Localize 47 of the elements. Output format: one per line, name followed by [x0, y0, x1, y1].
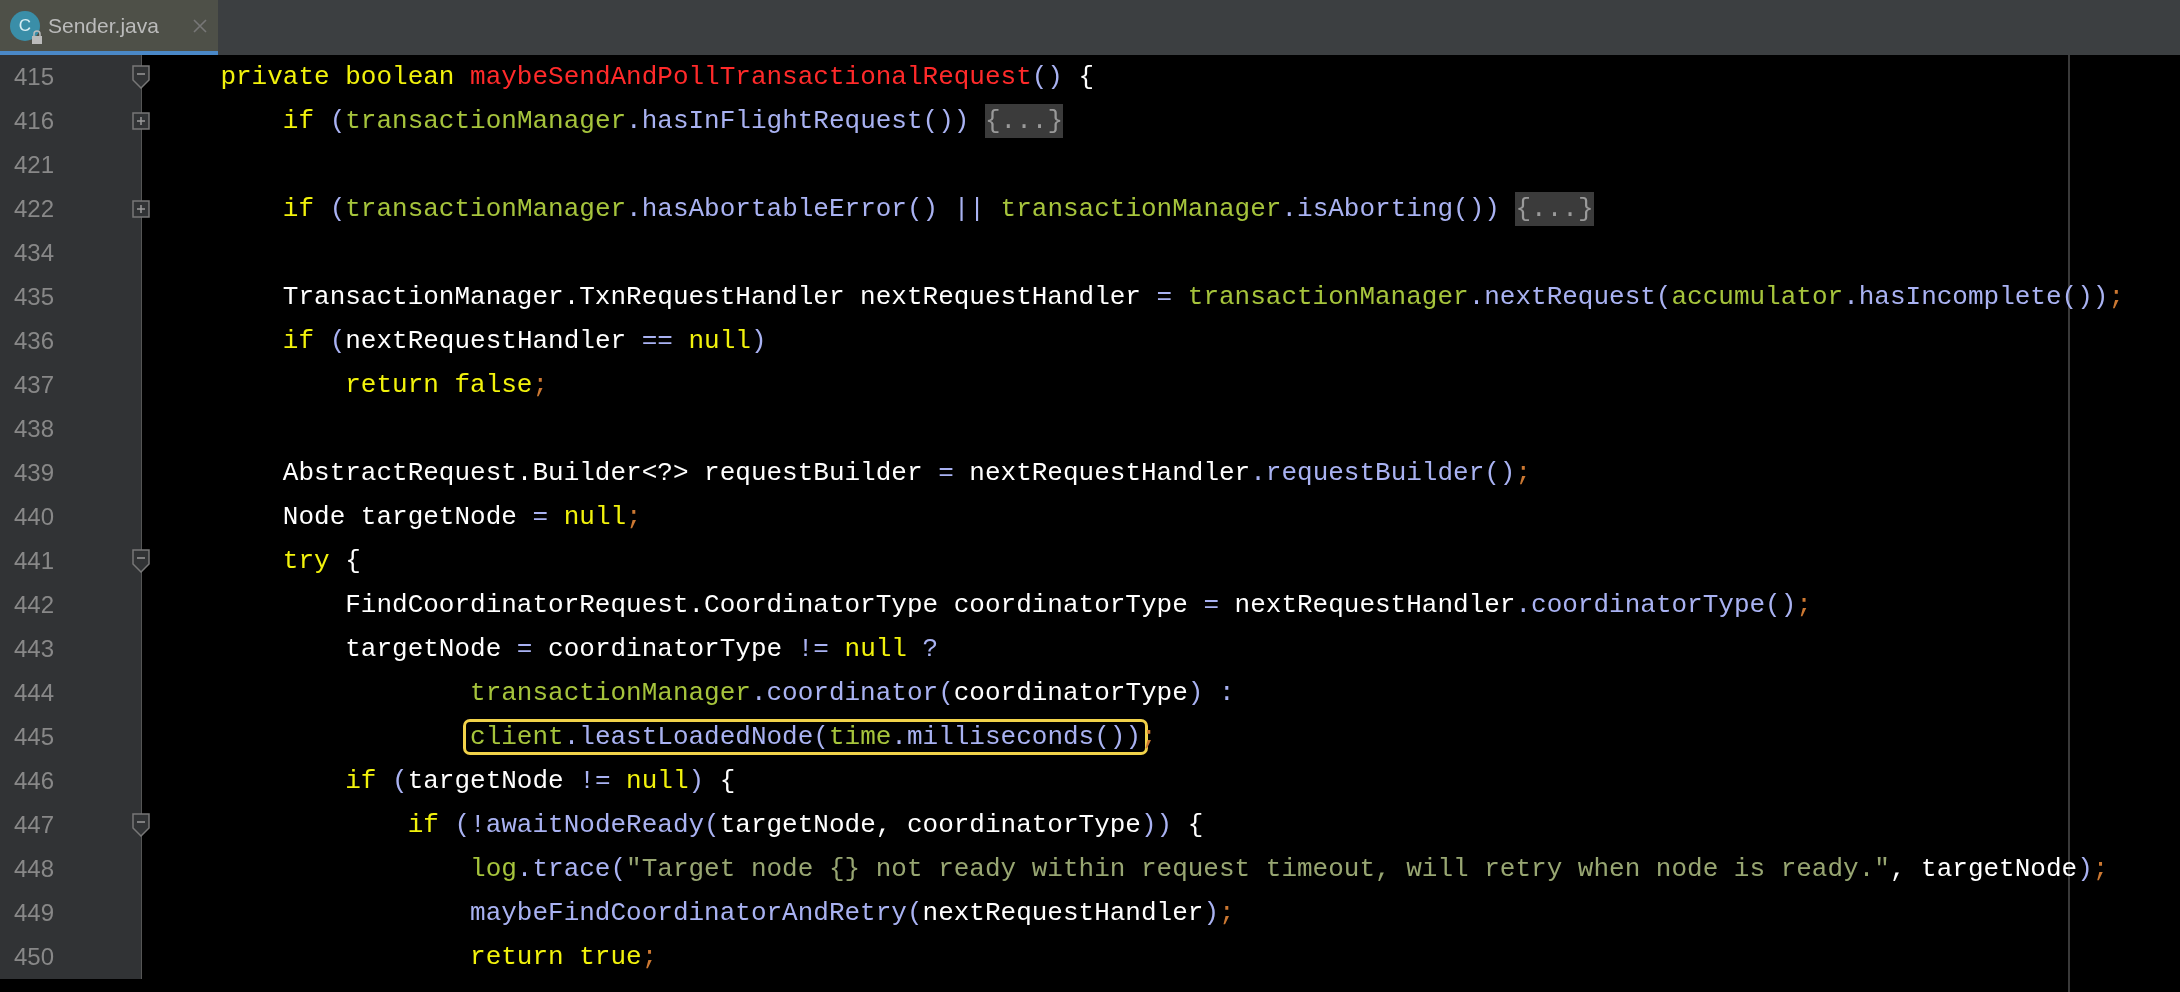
code-text: if (!awaitNodeReady(targetNode, coordinatorType)) { [406, 810, 1204, 840]
line-number: 416 [13, 107, 56, 135]
line-number: 441 [13, 547, 56, 575]
line-number: 443 [13, 635, 56, 663]
code-text: AbstractRequest.Builder<?> requestBuilder = nextRequestHandler.requestBuilder(); [281, 458, 1532, 488]
code-text: try { [281, 546, 361, 576]
line-number: 436 [13, 327, 56, 355]
line-number: 437 [13, 371, 56, 399]
expand-icon[interactable] [132, 200, 150, 218]
line-number: 434 [13, 239, 56, 267]
code-text: Node targetNode = null; [281, 502, 642, 532]
line-number: 421 [13, 151, 56, 179]
line-number: 440 [13, 503, 56, 531]
code-text: TransactionManager.TxnRequestHandler nextRequestHandler = transactionManager.nextRequest(accumulator.hasIncomplete()); [281, 282, 2124, 312]
class-file-icon: C [10, 10, 40, 41]
line-number: 422 [13, 195, 56, 223]
folded-code[interactable]: {...} [984, 104, 1063, 138]
code-text: FindCoordinatorRequest.CoordinatorType coordinatorType = nextRequestHandler.coordinatorType(); [344, 590, 1812, 620]
line-number: 435 [13, 283, 56, 311]
line-number: 415 [13, 63, 56, 91]
code-text: transactionManager.coordinator(coordinatorType) : [469, 678, 1235, 708]
code-text: if (transactionManager.hasInFlightRequest()) [281, 106, 971, 136]
fold-marker-icon[interactable] [132, 65, 150, 89]
line-number: 447 [13, 811, 56, 839]
code-text: targetNode = coordinatorType != null ? [344, 634, 939, 664]
code-text: return true; [469, 942, 658, 972]
code-text: if (targetNode != null) { [344, 766, 736, 796]
file-tab[interactable]: C Sender.java [0, 0, 218, 55]
code-text: private boolean maybeSendAndPollTransactionalRequest() { [219, 62, 1095, 92]
line-number: 442 [13, 591, 56, 619]
code-text: if (transactionManager.hasAbortableError() || transactionManager.isAborting()) [281, 194, 1501, 224]
folded-code[interactable]: {...} [1515, 192, 1594, 226]
fold-marker-icon[interactable] [132, 549, 150, 573]
line-number: 446 [13, 767, 56, 795]
code-text: log.trace("Target node {} not ready within request timeout, will retry when node is ready.", targetNode); [469, 854, 2109, 884]
code-text: if (nextRequestHandler == null) [281, 326, 767, 356]
code-text: return false; [344, 370, 549, 400]
line-number: 438 [13, 415, 56, 443]
line-number: 449 [13, 899, 56, 927]
expand-icon[interactable] [132, 112, 150, 130]
line-number: 439 [13, 459, 56, 487]
line-number: 448 [13, 855, 56, 883]
line-number: 450 [13, 943, 56, 971]
line-number: 445 [13, 723, 56, 751]
fold-marker-icon[interactable] [132, 813, 150, 837]
line-number: 444 [13, 679, 56, 707]
code-text: maybeFindCoordinatorAndRetry(nextRequestHandler); [469, 898, 1235, 928]
